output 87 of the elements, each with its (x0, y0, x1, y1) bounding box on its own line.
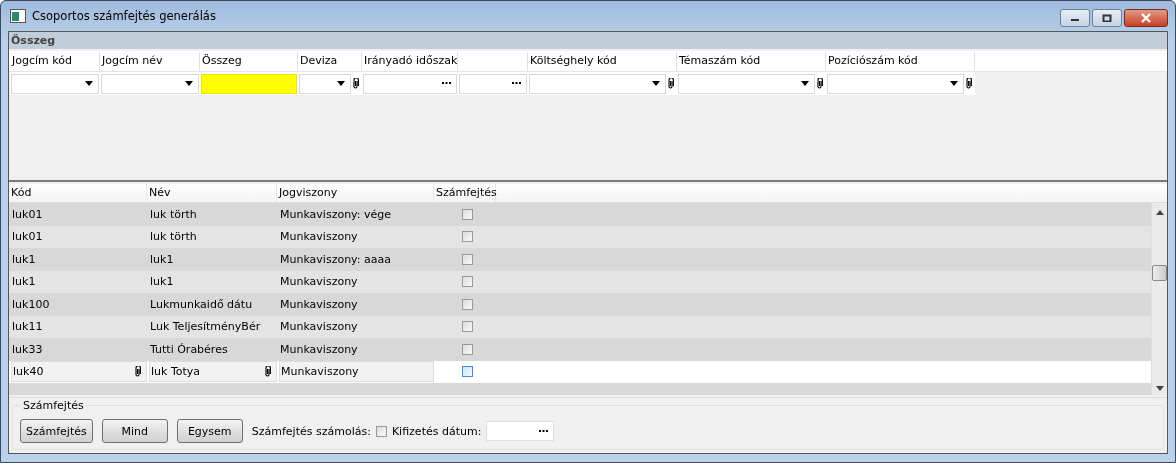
paperclip-icon (667, 78, 674, 89)
paperclip-icon (264, 366, 271, 378)
action-button[interactable]: Mind (101, 419, 168, 443)
dropdown-arrow-icon (337, 81, 345, 86)
input-field[interactable] (201, 73, 297, 94)
ellipsis-icon (442, 82, 451, 85)
window-title: Csoportos számfejtés generálás (32, 9, 216, 23)
ellipsis-icon (539, 429, 549, 433)
dropdown-arrow-icon (652, 81, 660, 86)
dropdown-field[interactable] (11, 73, 99, 94)
dropdown-field[interactable] (101, 73, 199, 94)
paperclip-icon (965, 78, 972, 89)
maximize-button[interactable] (1092, 9, 1122, 27)
picker-field[interactable] (459, 73, 527, 94)
close-icon (1140, 13, 1152, 23)
table-cell-text: luk törth (149, 206, 198, 223)
checkbox[interactable] (461, 253, 473, 265)
column-header: Témaszám kód (677, 52, 826, 71)
table-cell-text: Munkaviszony: vége (279, 206, 393, 223)
column-header: Jogcím név (100, 52, 200, 71)
scroll-down-icon[interactable] (1155, 386, 1164, 391)
ellipsis-icon (512, 82, 521, 85)
table-cell-text: luk törth (149, 229, 198, 246)
table-cell-text: luk1 (11, 274, 37, 291)
close-button[interactable] (1124, 9, 1168, 27)
column-header: Deviza (298, 52, 362, 71)
table-cell-text: Munkaviszony (279, 296, 359, 313)
column-header: Jogviszony (277, 184, 434, 202)
scroll-thumb[interactable] (1152, 265, 1167, 281)
table-cell-text: Munkaviszony (279, 341, 359, 358)
table-cell-text: Munkaviszony (279, 319, 359, 336)
column-header: Irányadó időszak (362, 52, 458, 71)
group-title: Számfejtés (21, 399, 86, 412)
field-label: Kifizetés dátum: (391, 424, 482, 438)
dropdown-field[interactable] (529, 73, 666, 94)
dropdown-field[interactable] (299, 73, 351, 94)
field-label: Számfejtés számolás: (251, 424, 371, 438)
maximize-icon (1102, 14, 1112, 22)
column-header: Költséghely kód (528, 52, 677, 71)
column-header: Pozíciószám kód (826, 52, 975, 71)
checkbox[interactable] (461, 231, 473, 243)
table-cell-text: Munkaviszony: aaaa (279, 251, 392, 268)
column-header: Összeg (200, 52, 298, 71)
dropdown-field[interactable] (827, 73, 964, 94)
table-cell-text: luk1 (149, 251, 175, 268)
column-header: Név (147, 184, 277, 202)
checkbox[interactable] (461, 208, 473, 220)
table-cell: luk40 (11, 361, 147, 383)
checkbox[interactable] (375, 425, 387, 437)
table-cell-text: Munkaviszony (279, 274, 359, 291)
scroll-up-icon[interactable] (1155, 210, 1164, 215)
checkbox[interactable] (461, 276, 473, 288)
minimize-button[interactable] (1060, 9, 1090, 27)
table-cell-text: luk11 (11, 319, 44, 336)
table-cell-text: luk1 (149, 274, 175, 291)
table-cell-text: luk33 (11, 341, 44, 358)
paperclip-icon (134, 366, 141, 378)
action-button[interactable]: Számfejtés (20, 419, 93, 443)
checkbox[interactable] (461, 366, 473, 378)
table-cell: luk Totya (149, 361, 277, 383)
action-button[interactable]: Egysem (176, 419, 243, 443)
dropdown-arrow-icon (185, 81, 193, 86)
date-field[interactable] (486, 421, 555, 441)
checkbox[interactable] (461, 298, 473, 310)
table-cell-text: luk1 (11, 251, 37, 268)
column-header: Számfejtés (434, 184, 496, 202)
paperclip-icon (352, 78, 359, 89)
group-header: Összeg (9, 32, 1167, 49)
table-cell-text: luk01 (11, 229, 44, 246)
table-cell-text: Luk TeljesítményBér (149, 319, 262, 336)
dropdown-arrow-icon (85, 81, 93, 86)
picker-field[interactable] (363, 73, 457, 94)
dropdown-arrow-icon (801, 81, 809, 86)
table-cell-text: luk01 (11, 206, 44, 223)
app-icon (10, 9, 26, 23)
table-cell-text: Lukmunkaidő dátu (149, 296, 254, 313)
checkbox[interactable] (461, 321, 473, 333)
table-cell: Munkaviszony (279, 361, 434, 383)
table-cell-text: Tutti Órabéres (149, 341, 229, 358)
dropdown-arrow-icon (950, 81, 958, 86)
column-header: Jogcím kód (10, 52, 100, 71)
table-cell-text: luk100 (11, 296, 51, 313)
column-header: Kód (9, 184, 147, 202)
dropdown-field[interactable] (678, 73, 815, 94)
paperclip-icon (816, 78, 823, 89)
table-cell-text: Munkaviszony (279, 229, 359, 246)
checkbox[interactable] (461, 343, 473, 355)
